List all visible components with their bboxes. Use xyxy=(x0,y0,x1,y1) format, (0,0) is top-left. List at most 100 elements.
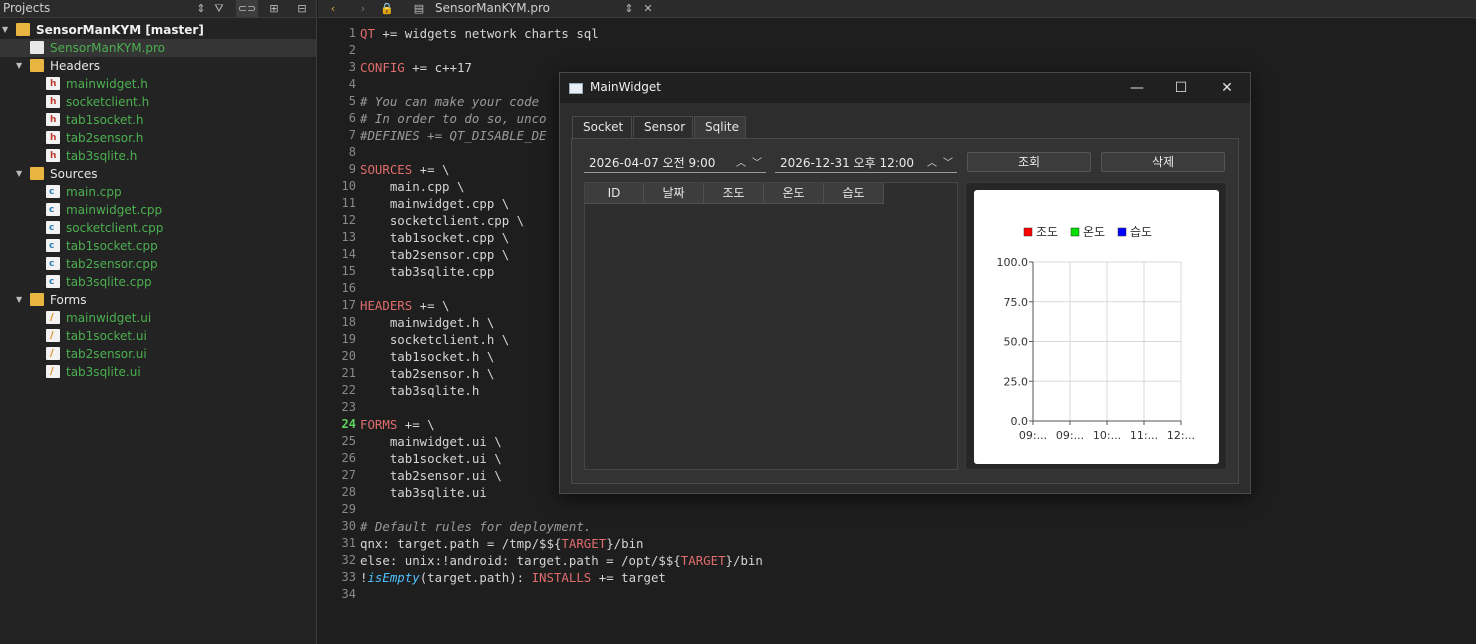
expand-arrow-icon[interactable]: ▼ xyxy=(2,21,8,39)
line-number: 4 xyxy=(348,77,356,91)
line-number: 8 xyxy=(348,145,356,159)
code-line[interactable] xyxy=(360,501,763,518)
column-header-date[interactable]: 날짜 xyxy=(644,183,704,204)
code-line[interactable]: # Default rules for deployment. xyxy=(360,518,763,535)
query-button[interactable]: 조회 xyxy=(967,152,1091,172)
code-line[interactable]: !isEmpty(target.path): INSTALLS += targe… xyxy=(360,569,763,586)
code-line[interactable] xyxy=(360,586,763,603)
line-number: 5 xyxy=(348,94,356,108)
x-tick-label: 09:... xyxy=(1019,429,1047,442)
h-file-icon xyxy=(46,129,60,147)
cpp-file-icon xyxy=(46,255,60,273)
line-number: 6 xyxy=(348,111,356,125)
tree-item-label: tab2sensor.h xyxy=(66,131,144,145)
file-icon: ▤ xyxy=(413,2,425,15)
tree-item-label: tab2sensor.ui xyxy=(66,347,147,361)
filter-icon[interactable]: ⛛ xyxy=(208,0,230,17)
forward-icon[interactable]: › xyxy=(352,0,374,17)
column-header-temperature[interactable]: 온도 xyxy=(764,183,824,204)
legend-swatch xyxy=(1023,227,1033,237)
window-title: MainWidget xyxy=(590,80,661,94)
sensor-chart: 조도 온도 습도 0.0 25.0 50.0 75.0 100.0 09:... 09:... 10… xyxy=(974,190,1219,464)
tree-item-label: mainwidget.h xyxy=(66,77,148,91)
spin-up-icon[interactable]: ︿ xyxy=(736,154,746,169)
folder-icon xyxy=(30,293,44,306)
tree-item-label: tab1socket.ui xyxy=(66,329,147,343)
data-table[interactable]: ID 날짜 조도 온도 습도 xyxy=(584,182,958,470)
cpp-file-icon xyxy=(46,219,60,237)
close-pane-icon[interactable]: ⊟ xyxy=(291,0,313,17)
line-number: 32 xyxy=(341,553,356,567)
pro-file-icon xyxy=(30,41,44,54)
chevron-down-icon[interactable]: ﹀ xyxy=(752,154,762,169)
code-line[interactable] xyxy=(360,42,763,59)
folder-icon xyxy=(16,23,30,36)
tree-item-label: tab1socket.h xyxy=(66,113,144,127)
tree-item[interactable]: SensorManKYM.pro xyxy=(0,39,316,57)
code-line[interactable]: else: unix:!android: target.path = /opt/… xyxy=(360,552,763,569)
column-header-humidity[interactable]: 습도 xyxy=(824,183,884,204)
expand-arrow-icon[interactable]: ▼ xyxy=(16,291,22,309)
x-tick-label: 09:... xyxy=(1056,429,1084,442)
tree-item-label: SensorManKYM.pro xyxy=(50,41,166,55)
h-file-icon xyxy=(46,147,60,165)
legend-label: 조도 xyxy=(1036,225,1058,239)
close-button[interactable]: ✕ xyxy=(1210,77,1244,99)
tab-sensor[interactable]: Sensor xyxy=(633,116,693,138)
delete-button[interactable]: 삭제 xyxy=(1101,152,1225,172)
window-titlebar[interactable]: MainWidget — ☐ ✕ xyxy=(560,73,1250,103)
line-number: 1 xyxy=(348,26,356,40)
link-icon[interactable]: ⊂⊃ xyxy=(236,0,258,17)
cpp-file-icon xyxy=(46,237,60,255)
back-icon[interactable]: ‹ xyxy=(322,0,344,17)
tab-socket[interactable]: Socket xyxy=(572,116,632,138)
sqlite-tab-panel: 2026-04-07 오전 9:00 ︿ ﹀ 2026-12-31 오후 12:… xyxy=(571,138,1239,484)
legend-label: 습도 xyxy=(1130,225,1152,239)
open-file-name[interactable]: SensorManKYM.pro xyxy=(435,0,550,16)
tab-sqlite[interactable]: Sqlite xyxy=(694,116,746,138)
chevron-down-icon[interactable]: ﹀ xyxy=(943,154,953,169)
legend-swatch xyxy=(1070,227,1080,237)
tree-item-label: mainwidget.ui xyxy=(66,311,152,325)
minimize-button[interactable]: — xyxy=(1120,77,1154,99)
cpp-file-icon xyxy=(46,273,60,291)
line-number: 20 xyxy=(341,349,356,363)
line-number: 34 xyxy=(341,587,356,601)
mainwidget-window: MainWidget — ☐ ✕ Socket Sensor Sqlite 20… xyxy=(559,72,1251,494)
y-tick-label: 0.0 xyxy=(1011,415,1029,428)
line-number: 15 xyxy=(341,264,356,278)
line-number: 11 xyxy=(341,196,356,210)
column-header-illuminance[interactable]: 조도 xyxy=(704,183,764,204)
column-header-id[interactable]: ID xyxy=(585,183,644,204)
line-number: 19 xyxy=(341,332,356,346)
date-from-picker[interactable]: 2026-04-07 오전 9:00 ︿ ﹀ xyxy=(584,151,766,173)
line-number: 30 xyxy=(341,519,356,533)
tree-item-label: SensorManKYM [master] xyxy=(36,23,204,37)
y-tick-label: 50.0 xyxy=(1004,336,1029,349)
line-number: 17 xyxy=(341,298,356,312)
tree-item-label: Sources xyxy=(50,167,98,181)
maximize-button[interactable]: ☐ xyxy=(1164,77,1198,99)
lock-icon: 🔒 xyxy=(380,2,394,15)
line-number: 14 xyxy=(341,247,356,261)
close-file-icon[interactable]: ✕ xyxy=(637,0,659,17)
date-to-picker[interactable]: 2026-12-31 오후 12:00 ︿ ﹀ xyxy=(775,151,957,173)
line-number: 26 xyxy=(341,451,356,465)
line-number: 13 xyxy=(341,230,356,244)
line-number: 7 xyxy=(348,128,356,142)
line-number: 23 xyxy=(341,400,356,414)
x-tick-label: 12:... xyxy=(1167,429,1195,442)
x-tick-label: 11:... xyxy=(1130,429,1158,442)
tree-item-label: tab2sensor.cpp xyxy=(66,257,158,271)
code-line[interactable]: QT += widgets network charts sql xyxy=(360,25,763,42)
expand-arrow-icon[interactable]: ▼ xyxy=(16,165,22,183)
spin-up-icon[interactable]: ︿ xyxy=(927,154,937,169)
line-number: 12 xyxy=(341,213,356,227)
split-icon[interactable]: ⊞ xyxy=(263,0,285,17)
expand-arrow-icon[interactable]: ▼ xyxy=(16,57,22,75)
line-number: 24 xyxy=(341,417,356,431)
line-number: 3 xyxy=(348,60,356,74)
y-tick-label: 75.0 xyxy=(1004,296,1029,309)
code-line[interactable]: qnx: target.path = /tmp/$${TARGET}/bin xyxy=(360,535,763,552)
line-number: 22 xyxy=(341,383,356,397)
